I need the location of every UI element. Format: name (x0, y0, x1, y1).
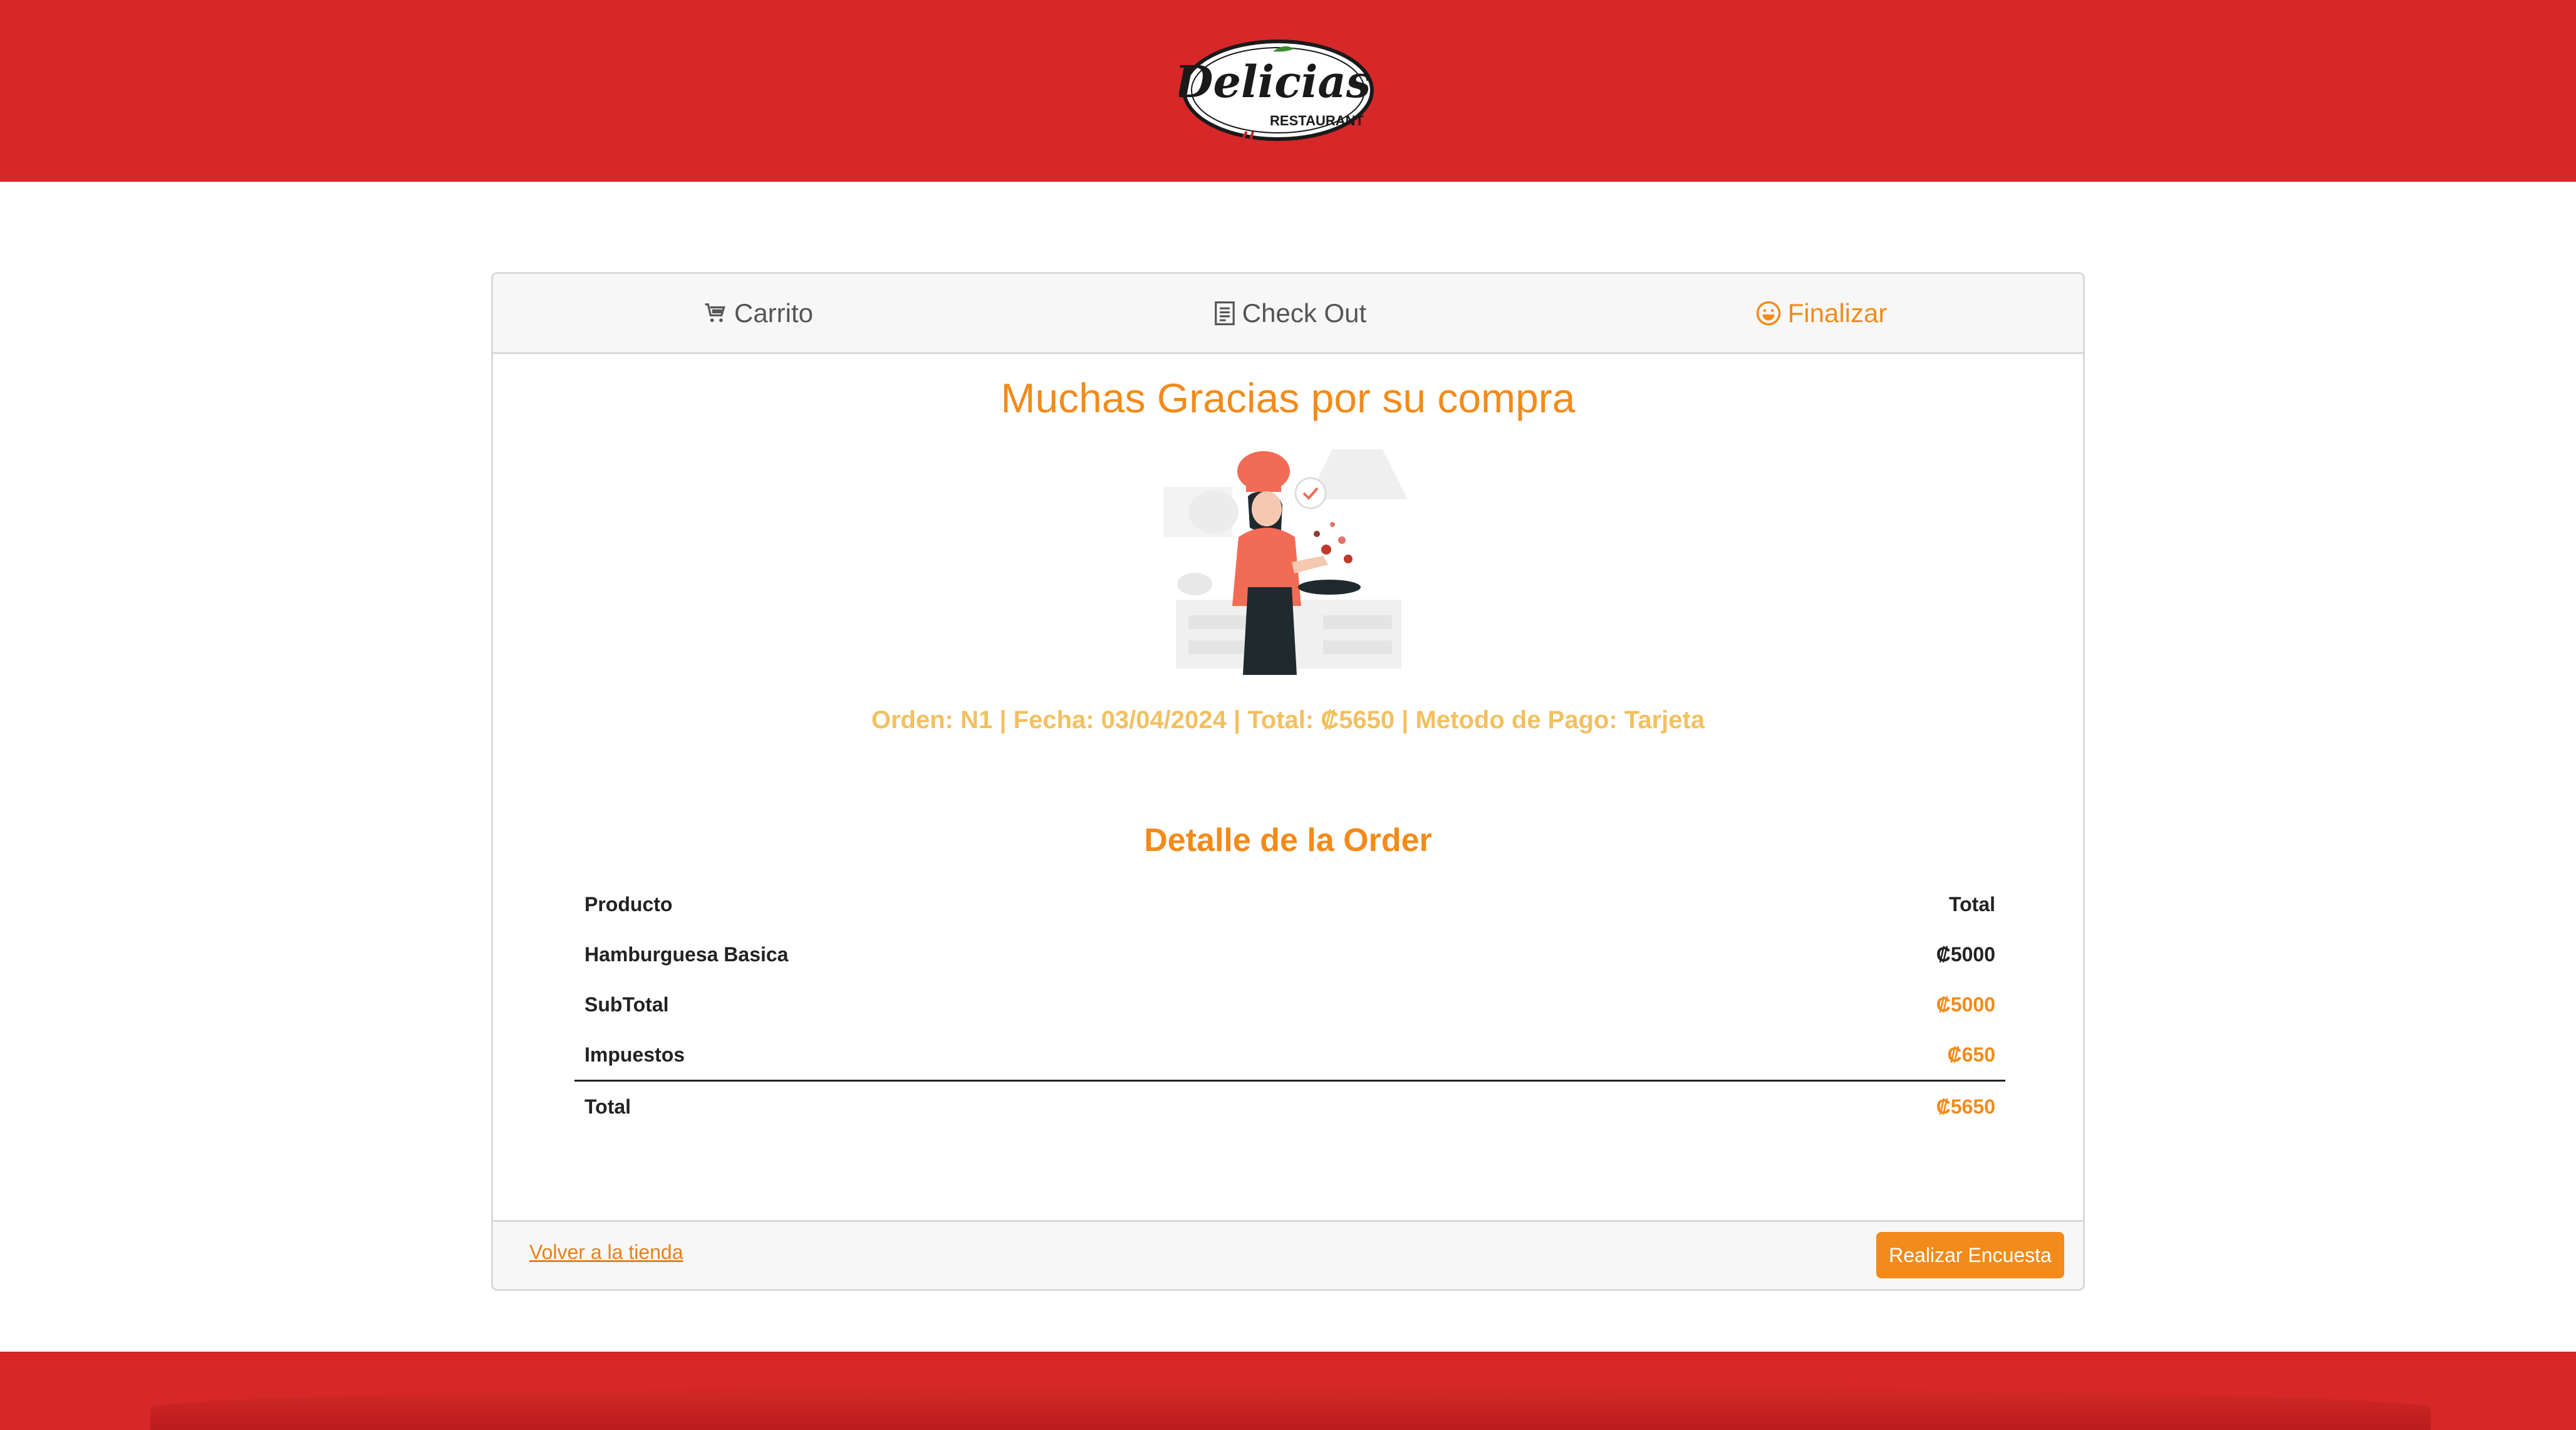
logo-wordmark: Delicias (1179, 56, 1371, 108)
step-carrito[interactable]: Carrito (493, 274, 1024, 352)
order-summary-line: Orden: N1 | Fecha: 03/04/2024 | Total: ₡… (871, 706, 1705, 734)
take-survey-button[interactable]: Realizar Encuesta (1876, 1232, 2064, 1278)
back-to-store-link[interactable]: Volver a la tienda (529, 1241, 683, 1264)
top-header-bar: Delicias RESTAURANT (0, 0, 2576, 182)
total-row: Total ₡5650 (574, 1080, 2005, 1132)
bottom-footer-bar (0, 1352, 2576, 1430)
item-total: ₡5000 (1936, 942, 1995, 966)
thank-you-title: Muchas Gracias por su compra (1000, 375, 1576, 421)
cart-icon (704, 301, 728, 325)
receipt-icon (1213, 301, 1236, 325)
subtotal-row: SubTotal ₡5000 (574, 979, 2005, 1030)
smile-icon (1755, 300, 1782, 326)
checkout-card: Carrito Check Out Finalizar Muchas Graci… (491, 272, 2085, 1291)
order-detail-title: Detalle de la Order (1144, 822, 1432, 859)
card-footer: Volver a la tienda Realizar Encuesta (493, 1220, 2083, 1289)
table-header-row: Producto Total (574, 879, 2005, 929)
logo-subtitle: RESTAURANT (1270, 113, 1364, 128)
step-finalizar-label: Finalizar (1787, 298, 1888, 328)
step-carrito-label: Carrito (734, 298, 814, 328)
footer-shadow (150, 1386, 2431, 1430)
item-product: Hamburguesa Basica (584, 942, 789, 966)
subtotal-value: ₡5000 (1936, 993, 1995, 1016)
chef-cooking-illustration (1163, 437, 1414, 675)
checkout-steps: Carrito Check Out Finalizar (493, 274, 2083, 354)
table-row: Hamburguesa Basica ₡5000 (574, 929, 2005, 979)
restaurant-logo[interactable]: Delicias RESTAURANT (1179, 38, 1378, 145)
total-label: Total (574, 1080, 1632, 1132)
total-value: ₡5650 (1631, 1080, 2005, 1132)
step-finalizar[interactable]: Finalizar (1555, 274, 2083, 352)
subtotal-label: SubTotal (584, 993, 669, 1016)
order-detail-table: Producto Total Hamburguesa Basica ₡5000 … (574, 879, 2005, 1132)
header-product: Producto (584, 892, 673, 916)
taxes-row: Impuestos ₡650 (574, 1030, 2005, 1081)
header-total: Total (1948, 892, 1995, 916)
taxes-label: Impuestos (584, 1043, 685, 1066)
step-checkout[interactable]: Check Out (1024, 274, 1555, 352)
step-checkout-label: Check Out (1242, 298, 1367, 328)
taxes-value: ₡650 (1947, 1043, 1996, 1066)
logo-graphic: Delicias RESTAURANT (1179, 39, 1374, 141)
